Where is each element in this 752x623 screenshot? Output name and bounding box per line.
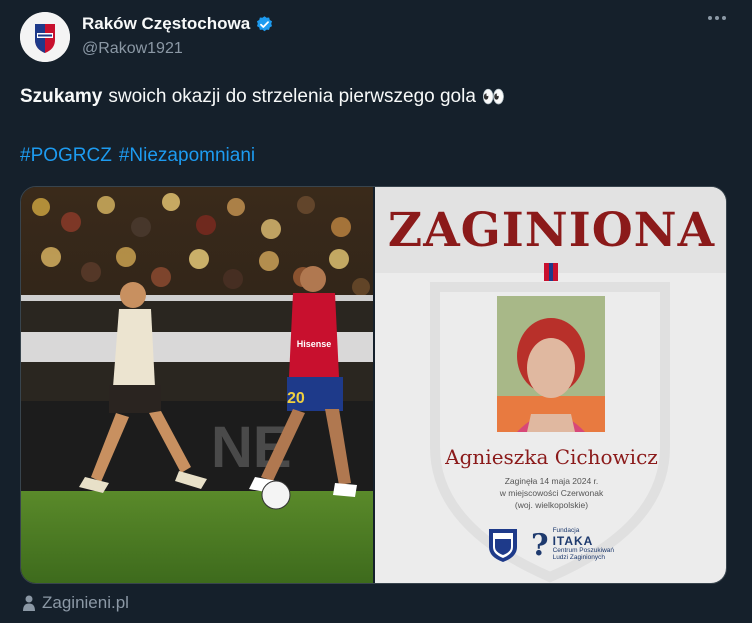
tweet-bold-text: Szukamy (20, 86, 103, 107)
detail-line: Zaginęła 14 maja 2024 r. (504, 476, 599, 486)
eyes-emoji: 👀 (481, 87, 506, 108)
missing-person-photo (497, 296, 605, 432)
club-crest-icon (489, 529, 517, 562)
poster-title: ZAGINIONA (387, 202, 716, 258)
hashtags: #POGRCZ #Niezapomniani (20, 145, 255, 167)
poster-header: ZAGINIONA (375, 187, 726, 273)
sponsor-text: Hisense (297, 339, 332, 349)
hashtag-link[interactable]: #Niezapomniani (119, 145, 255, 167)
tweet-body-text: swoich okazji do strzelenia pierwszego g… (108, 86, 476, 107)
author-handle[interactable]: @Rakow1921 (82, 40, 183, 58)
flag-icon (544, 263, 559, 281)
itaka-logo: ? Fundacja ITAKA Centrum Poszukiwań Ludz… (531, 528, 614, 563)
tweet-text: Szukamy swoich okazji do strzelenia pier… (20, 85, 506, 109)
partner-logos: ? Fundacja ITAKA Centrum Poszukiwań Ludz… (487, 527, 614, 563)
media-card[interactable]: NE Hisense 20 ZAGINIONA Agnieszka Cichow… (20, 186, 727, 584)
player-number: 20 (287, 390, 305, 407)
person-icon (23, 595, 35, 611)
missing-person-name: Agnieszka Cichowicz (445, 445, 658, 469)
detail-line: w miejscowości Czerwonak (499, 488, 604, 498)
club-crest-icon (20, 12, 70, 62)
source-link-text[interactable]: Zaginieni.pl (42, 593, 129, 613)
source-link[interactable]: Zaginieni.pl (22, 593, 129, 613)
match-photo[interactable]: NE Hisense 20 (21, 187, 373, 583)
detail-line: (woj. wielkopolskie) (514, 500, 589, 510)
avatar[interactable] (20, 12, 70, 62)
more-options-icon[interactable] (708, 16, 726, 20)
missing-person-poster[interactable]: ZAGINIONA Agnieszka Cichowicz Zaginęła 1… (375, 187, 726, 583)
verified-badge-icon (257, 15, 273, 31)
display-name[interactable]: Raków Częstochowa (82, 14, 250, 34)
author-name-row: Raków Częstochowa (82, 14, 274, 34)
itaka-name: ITAKA (552, 534, 594, 549)
question-mark-icon: ? (531, 527, 549, 563)
itaka-tagline: Ludzi Zaginionych (552, 553, 605, 561)
hashtag-link[interactable]: #POGRCZ (20, 145, 112, 167)
